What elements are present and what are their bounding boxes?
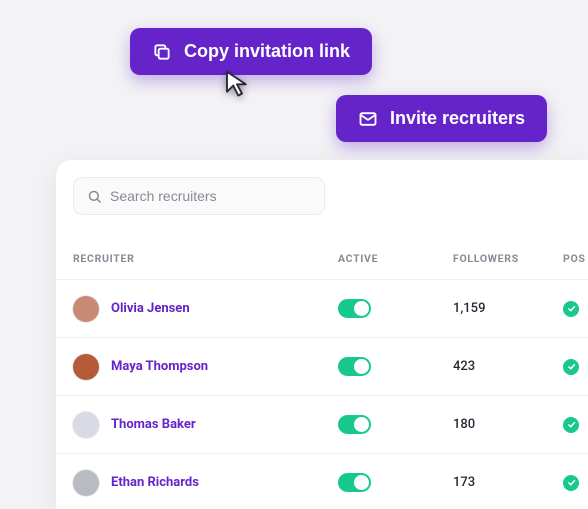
status-cell (563, 359, 588, 375)
recruiter-cell: Olivia Jensen (73, 296, 338, 322)
table-row: Thomas Baker 180 (56, 395, 588, 453)
invite-button-label: Invite recruiters (390, 108, 525, 129)
col-header-followers: FOLLOWERS (453, 252, 563, 265)
table-header: RECRUITER ACTIVE FOLLOWERS POS (56, 232, 588, 279)
followers-cell: 180 (453, 417, 563, 432)
recruiters-panel: RECRUITER ACTIVE FOLLOWERS POS Olivia Je… (56, 160, 588, 509)
check-icon (563, 417, 579, 433)
recruiter-name-link[interactable]: Ethan Richards (111, 475, 199, 490)
avatar (73, 296, 99, 322)
active-cell (338, 415, 453, 434)
active-toggle[interactable] (338, 299, 371, 318)
followers-cell: 173 (453, 475, 563, 490)
status-cell (563, 417, 588, 433)
copy-button-label: Copy invitation link (184, 41, 350, 62)
recruiter-name-link[interactable]: Thomas Baker (111, 417, 196, 432)
mail-icon (358, 109, 378, 129)
followers-cell: 1,159 (453, 301, 563, 316)
recruiter-cell: Ethan Richards (73, 470, 338, 496)
active-toggle[interactable] (338, 473, 371, 492)
avatar (73, 412, 99, 438)
table-row: Maya Thompson 423 (56, 337, 588, 395)
check-icon (563, 301, 579, 317)
col-header-recruiter: RECRUITER (73, 252, 338, 265)
followers-cell: 423 (453, 359, 563, 374)
cursor-icon (222, 68, 252, 102)
col-header-active: ACTIVE (338, 252, 453, 265)
search-input[interactable] (110, 188, 311, 204)
recruiter-cell: Thomas Baker (73, 412, 338, 438)
table-row: Ethan Richards 173 (56, 453, 588, 509)
recruiter-cell: Maya Thompson (73, 354, 338, 380)
recruiter-name-link[interactable]: Olivia Jensen (111, 301, 190, 316)
status-cell (563, 301, 588, 317)
check-icon (563, 475, 579, 491)
avatar (73, 354, 99, 380)
active-cell (338, 299, 453, 318)
avatar (73, 470, 99, 496)
search-icon (87, 189, 102, 204)
check-icon (563, 359, 579, 375)
active-toggle[interactable] (338, 357, 371, 376)
copy-icon (152, 42, 172, 62)
invite-recruiters-button[interactable]: Invite recruiters (336, 95, 547, 142)
active-cell (338, 357, 453, 376)
search-input-wrap[interactable] (73, 177, 325, 215)
recruiter-name-link[interactable]: Maya Thompson (111, 359, 208, 374)
active-toggle[interactable] (338, 415, 371, 434)
table-row: Olivia Jensen 1,159 (56, 279, 588, 337)
active-cell (338, 473, 453, 492)
col-header-pos: POS (563, 252, 588, 265)
status-cell (563, 475, 588, 491)
